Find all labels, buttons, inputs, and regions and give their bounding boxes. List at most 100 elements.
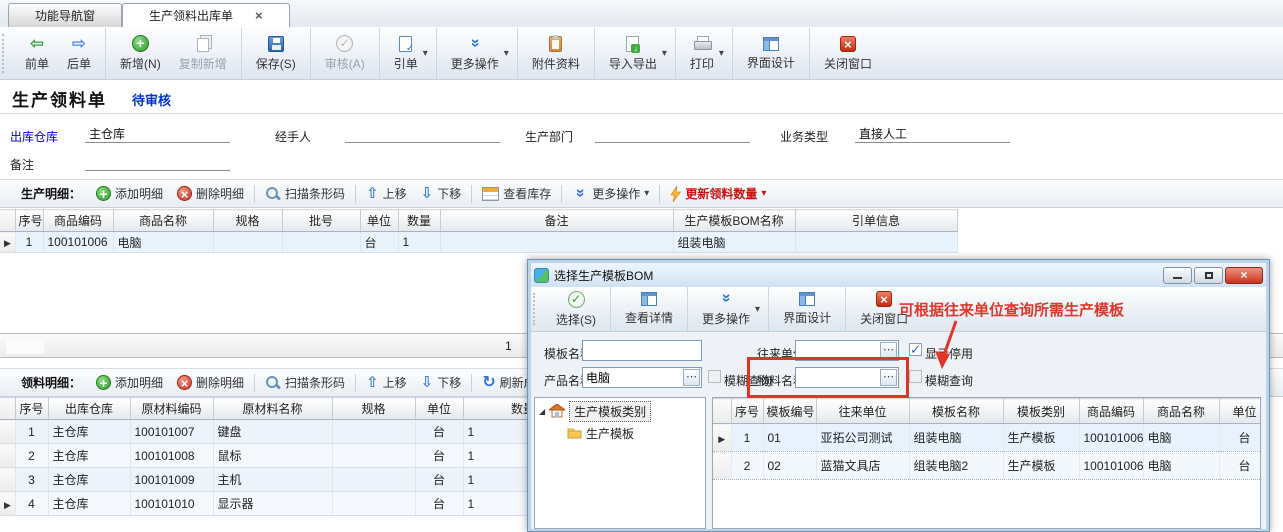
column-header[interactable]: 模板编号 bbox=[763, 399, 816, 424]
more-actions-button[interactable]: 更多操作 ▾ bbox=[565, 185, 656, 202]
dialog-client: 选择(S) 查看详情 更多操作 ▾ bbox=[531, 287, 1266, 529]
remark-field[interactable] bbox=[85, 150, 230, 171]
tree-node-child[interactable]: 生产模板 bbox=[535, 422, 705, 444]
next-doc-button[interactable]: ⇨ 后单 bbox=[58, 32, 100, 75]
material-lookup-button[interactable]: ⋯ bbox=[880, 369, 897, 386]
chevron-down-icon[interactable]: ▾ bbox=[423, 48, 428, 59]
add-row-button[interactable]: 添加明细 bbox=[89, 185, 170, 202]
maximize-button[interactable] bbox=[1194, 267, 1223, 284]
close-window-button[interactable]: 关闭窗口 bbox=[815, 33, 881, 75]
table-row[interactable]: ▶ 1 01 亚拓公司测试 组装电脑 生产模板 100101006 电脑 台 bbox=[713, 424, 1261, 452]
column-header[interactable]: 模板类别 bbox=[1003, 399, 1079, 424]
column-header[interactable]: 序号 bbox=[15, 210, 43, 232]
tree-node-label[interactable]: 生产模板 bbox=[586, 425, 634, 442]
template-name-input[interactable] bbox=[582, 340, 702, 361]
column-header[interactable]: 规格 bbox=[332, 398, 415, 420]
column-header[interactable]: 商品编码 bbox=[1079, 399, 1143, 424]
partner-lookup-button[interactable]: ⋯ bbox=[880, 342, 897, 359]
product-lookup-button[interactable]: ⋯ bbox=[683, 369, 700, 386]
copy-new-button[interactable]: 复制新增 bbox=[170, 33, 236, 75]
column-header[interactable]: 单位 bbox=[1219, 399, 1261, 424]
product-name-input[interactable]: ⋯ bbox=[582, 367, 702, 388]
table-row[interactable]: ▶ 1 100101006 电脑 台 1 组装电脑 bbox=[0, 232, 957, 253]
fuzzy-material-checkbox[interactable] bbox=[909, 370, 922, 383]
column-header[interactable]: 单位 bbox=[415, 398, 463, 420]
table-row[interactable]: ▶ 4 主仓库 100101010 显示器 台 1 bbox=[0, 492, 583, 516]
save-button[interactable]: 保存(S) bbox=[247, 33, 305, 75]
more-actions-button[interactable]: 更多操作 bbox=[442, 33, 508, 75]
update-material-qty-button[interactable]: 更新领料数量 ▾ bbox=[663, 185, 773, 202]
column-header[interactable]: 出库仓库 bbox=[48, 398, 130, 420]
dialog-close-button[interactable]: × bbox=[1225, 267, 1263, 284]
column-header[interactable]: 商品名称 bbox=[1143, 399, 1219, 424]
chevron-down-icon[interactable]: ▾ bbox=[662, 48, 667, 59]
scan-barcode-button[interactable]: 扫描条形码 bbox=[258, 185, 352, 202]
chevron-down-icon[interactable]: ▾ bbox=[755, 304, 760, 315]
add-row-button[interactable]: 添加明细 bbox=[89, 374, 170, 391]
warehouse-field[interactable]: 主仓库 bbox=[85, 122, 230, 143]
tree-node-label[interactable]: 生产模板类别 bbox=[569, 401, 651, 422]
table-row[interactable]: 1 主仓库 100101007 键盘 台 1 bbox=[0, 420, 583, 444]
ui-design-button[interactable]: 界面设计 bbox=[738, 34, 804, 74]
column-header[interactable]: 引单信息 bbox=[795, 210, 957, 232]
move-down-button[interactable]: ⇩ 下移 bbox=[414, 185, 469, 202]
table-row[interactable]: 3 主仓库 100101009 主机 台 1 bbox=[0, 468, 583, 492]
move-up-button[interactable]: ⇧ 上移 bbox=[359, 374, 414, 391]
minimize-button[interactable] bbox=[1163, 267, 1192, 284]
ref-doc-button[interactable]: 引单 bbox=[385, 33, 427, 75]
partner-input[interactable]: ⋯ bbox=[795, 340, 899, 361]
column-header[interactable]: 生产模板BOM名称 bbox=[673, 210, 795, 232]
tab-production-outbound[interactable]: 生产领料出库单 × bbox=[122, 3, 290, 27]
column-header[interactable]: 序号 bbox=[15, 398, 48, 420]
tab-function-nav[interactable]: 功能导航窗 bbox=[8, 3, 122, 27]
print-button[interactable]: 打印 bbox=[681, 33, 723, 75]
view-details-button[interactable]: 查看详情 bbox=[616, 289, 682, 329]
view-stock-button[interactable]: 查看库存 bbox=[475, 185, 558, 202]
more-actions-button[interactable]: 更多操作 bbox=[693, 288, 759, 330]
column-header[interactable]: 模板名称 bbox=[909, 399, 1003, 424]
column-header[interactable]: 备注 bbox=[440, 210, 673, 232]
material-name-input[interactable] bbox=[799, 370, 879, 385]
chevron-down-icon[interactable]: ▾ bbox=[719, 48, 724, 59]
move-up-button[interactable]: ⇧ 上移 bbox=[359, 185, 414, 202]
column-header[interactable]: 序号 bbox=[731, 399, 763, 424]
column-header[interactable]: 商品编码 bbox=[43, 210, 113, 232]
column-header[interactable]: 往来单位 bbox=[816, 399, 909, 424]
prev-doc-button[interactable]: ⇦ 前单 bbox=[16, 32, 58, 75]
layout-panel-icon bbox=[799, 292, 815, 306]
partner-input[interactable] bbox=[799, 343, 879, 358]
column-header[interactable]: 数量 bbox=[398, 210, 440, 232]
scan-barcode-button[interactable]: 扫描条形码 bbox=[258, 374, 352, 391]
table-header-row: 序号 商品编码 商品名称 规格 批号 单位 数量 备注 生产模板BOM名称 引单… bbox=[0, 210, 957, 232]
department-field[interactable] bbox=[595, 122, 750, 143]
column-header[interactable]: 原材料名称 bbox=[213, 398, 332, 420]
audit-button[interactable]: 审核(A) bbox=[316, 32, 374, 75]
tab-close-icon[interactable]: × bbox=[255, 9, 263, 22]
table-row[interactable]: 2 02 蓝猫文具店 组装电脑2 生产模板 100101006 电脑 台 bbox=[713, 452, 1261, 480]
select-button[interactable]: 选择(S) bbox=[547, 288, 605, 331]
column-header[interactable]: 单位 bbox=[360, 210, 398, 232]
template-name-input[interactable] bbox=[586, 343, 698, 358]
dialog-titlebar[interactable]: 选择生产模板BOM × bbox=[531, 263, 1266, 287]
delete-row-button[interactable]: 删除明细 bbox=[170, 185, 251, 202]
move-down-button[interactable]: ⇩ 下移 bbox=[414, 374, 469, 391]
biztype-field[interactable]: 直接人工 bbox=[855, 122, 1010, 143]
attachments-button[interactable]: 附件资料 bbox=[523, 33, 589, 75]
table-row[interactable]: 2 主仓库 100101008 鼠标 台 1 bbox=[0, 444, 583, 468]
product-name-input[interactable] bbox=[586, 370, 682, 385]
delete-row-button[interactable]: 删除明细 bbox=[170, 374, 251, 391]
column-header[interactable]: 原材料编码 bbox=[130, 398, 213, 420]
show-disabled-checkbox[interactable] bbox=[909, 343, 922, 356]
add-new-button[interactable]: 新增(N) bbox=[111, 32, 170, 75]
tree-node-root[interactable]: ◢ 生产模板类别 bbox=[535, 400, 705, 422]
fuzzy-product-checkbox[interactable] bbox=[708, 370, 721, 383]
column-header[interactable]: 商品名称 bbox=[113, 210, 213, 232]
column-header[interactable]: 批号 bbox=[282, 210, 360, 232]
ui-design-button[interactable]: 界面设计 bbox=[774, 289, 840, 329]
import-export-button[interactable]: 导入导出 bbox=[600, 33, 666, 75]
material-name-input[interactable]: ⋯ bbox=[795, 367, 899, 388]
chevron-down-icon[interactable]: ▾ bbox=[504, 48, 509, 59]
column-header[interactable]: 规格 bbox=[213, 210, 282, 232]
tree-expander-icon[interactable]: ◢ bbox=[539, 407, 545, 416]
handler-field[interactable] bbox=[345, 122, 500, 143]
